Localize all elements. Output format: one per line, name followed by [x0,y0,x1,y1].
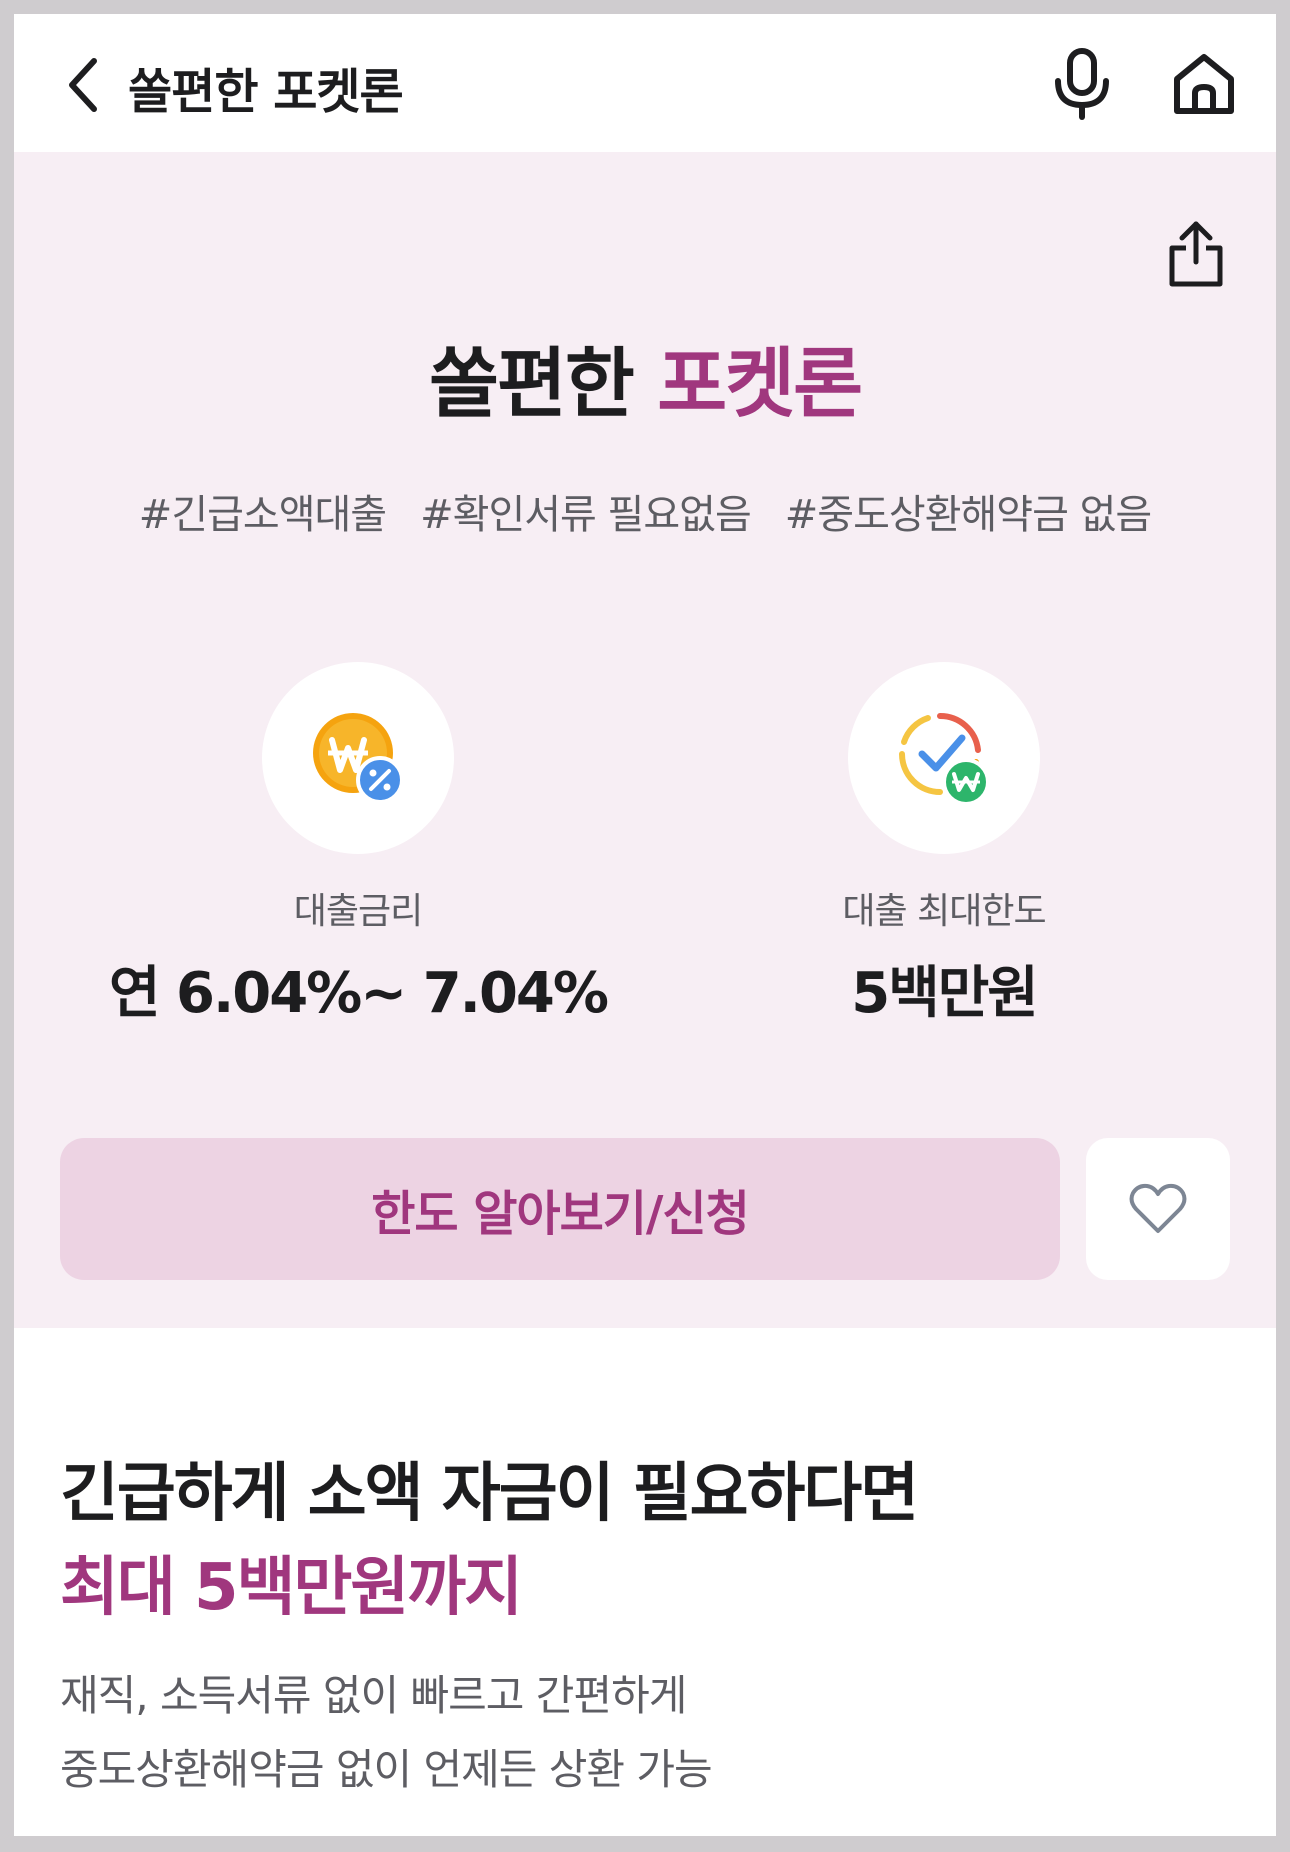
product-title-accent: 포켓론 [657,339,863,428]
product-tags: #긴급소액대출 #확인서류 필요없음 #중도상환해약금 없음 [14,482,1276,540]
limit-icon-badge [848,662,1040,854]
voice-search-button[interactable] [1042,42,1122,126]
app-bar: 쏠편한 포켓론 [14,14,1276,152]
share-icon [1169,221,1223,287]
won-percent-coin-icon [313,713,404,804]
description-line-1: 재직, 소득서류 없이 빠르고 간편하게 [60,1671,687,1720]
product-title-main: 쏠편한 [429,339,635,428]
app-screen: 쏠편한 포켓론 쏠편한 포켓론 #긴급소액대출 #확인서류 필요없음 #중도상환… [14,14,1276,1836]
home-icon [1174,54,1234,114]
share-button[interactable] [1160,216,1232,292]
description-line-2: 중도상환해약금 없이 언제든 상환 가능 [60,1745,713,1794]
product-description: 긴급하게 소액 자금이 필요하다면 최대 5백만원까지 재직, 소득서류 없이 … [14,1328,1276,1836]
tag-no-documents: #확인서류 필요없음 [420,492,752,538]
chevron-left-icon [69,58,97,112]
limit-label: 대출 최대한도 [842,891,1046,932]
rate-label: 대출금리 [293,891,423,932]
interest-rate-stat: 대출금리 연 6.04%~ 7.04% [58,662,658,1029]
product-title: 쏠편한 포켓론 [14,322,1276,432]
rate-icon-badge [262,662,454,854]
limit-value: 5백만원 [851,961,1039,1026]
tag-urgent-loan: #긴급소액대출 [138,492,387,538]
description-headline: 긴급하게 소액 자금이 필요하다면 [60,1457,919,1531]
microphone-icon [1055,48,1109,120]
product-hero: 쏠편한 포켓론 #긴급소액대출 #확인서류 필요없음 #중도상환해약금 없음 대… [14,152,1276,1328]
description-headline-accent: 최대 5백만원까지 [60,1551,523,1625]
loan-limit-stat: 대출 최대한도 5백만원 [644,662,1244,1029]
heart-icon [1129,1183,1187,1233]
tag-no-prepayment-fee: #중도상환해약금 없음 [784,492,1152,538]
back-button[interactable] [54,50,114,120]
home-button[interactable] [1164,42,1244,126]
page-title: 쏠편한 포켓론 [128,64,404,120]
favorite-button[interactable] [1086,1138,1230,1280]
check-limit-apply-button[interactable]: 한도 알아보기/신청 [60,1138,1060,1280]
device-frame: 쏠편한 포켓론 쏠편한 포켓론 #긴급소액대출 #확인서류 필요없음 #중도상환… [0,0,1290,1852]
rate-value: 연 6.04%~ 7.04% [109,961,609,1026]
check-won-limit-icon [899,712,990,806]
